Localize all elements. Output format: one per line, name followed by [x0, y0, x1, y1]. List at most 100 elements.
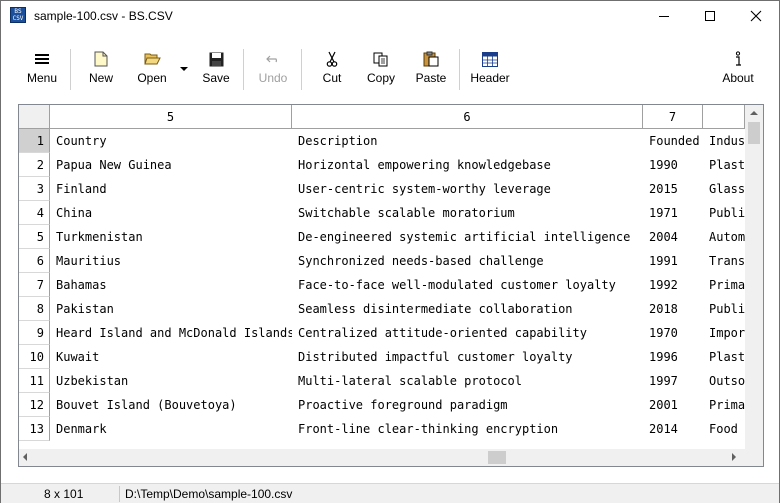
row-header[interactable]: 4 [19, 201, 50, 225]
open-button[interactable]: Open [134, 50, 170, 90]
grid-cell[interactable]: 1992 [643, 273, 703, 297]
grid-cell[interactable]: 1991 [643, 249, 703, 273]
open-dropdown-arrow-icon[interactable] [180, 67, 188, 71]
grid-cell[interactable]: Food [703, 417, 745, 441]
grid-cell[interactable]: Autom [703, 225, 745, 249]
grid-cell[interactable]: Prima [703, 273, 745, 297]
grid-cell[interactable]: Heard Island and McDonald Islands [50, 321, 292, 345]
data-grid[interactable]: 5 6 7 1 Country Description Founded Indus 2 Pa… [18, 104, 764, 467]
grid-cell[interactable]: Description [292, 129, 643, 153]
column-header[interactable]: 7 [643, 105, 703, 129]
grid-cell[interactable]: Plast [703, 153, 745, 177]
grid-cell[interactable]: 2018 [643, 297, 703, 321]
table-row[interactable]: 1 Country Description Founded Indus [19, 129, 745, 153]
table-row[interactable]: 13 Denmark Front-line clear-thinking encry… [19, 417, 745, 441]
grid-cell[interactable]: Pakistan [50, 297, 292, 321]
about-button[interactable]: About [720, 50, 756, 90]
title-bar[interactable]: BS CSV sample-100.csv - BS.CSV [1, 1, 779, 32]
horizontal-scroll-thumb[interactable] [488, 451, 506, 464]
undo-button[interactable]: Undo [257, 50, 289, 90]
header-button[interactable]: Header [470, 50, 510, 90]
grid-cell[interactable]: Synchronized needs-based challenge [292, 249, 643, 273]
row-header[interactable]: 7 [19, 273, 50, 297]
grid-cell[interactable]: 1971 [643, 201, 703, 225]
row-header[interactable]: 1 [19, 129, 50, 153]
grid-cell[interactable]: Uzbekistan [50, 369, 292, 393]
table-row[interactable]: 6 Mauritius Synchronized needs-based chall… [19, 249, 745, 273]
maximize-button[interactable] [687, 1, 733, 31]
row-header[interactable]: 3 [19, 177, 50, 201]
grid-cell[interactable]: Front-line clear-thinking encryption [292, 417, 643, 441]
grid-corner[interactable] [19, 105, 50, 129]
vertical-scrollbar[interactable] [745, 121, 763, 450]
grid-cell[interactable]: 2001 [643, 393, 703, 417]
horizontal-scrollbar[interactable] [19, 449, 763, 466]
grid-cell[interactable]: Glass [703, 177, 745, 201]
table-row[interactable]: 2 Papua New Guinea Horizontal empowering k… [19, 153, 745, 177]
grid-cell[interactable]: Plast [703, 345, 745, 369]
menu-button[interactable]: Menu [25, 50, 59, 90]
row-header[interactable]: 2 [19, 153, 50, 177]
paste-button[interactable]: Paste [415, 50, 447, 90]
grid-cell[interactable]: 1996 [643, 345, 703, 369]
table-row[interactable]: 10 Kuwait Distributed impactful customer l… [19, 345, 745, 369]
grid-cell[interactable]: Outso [703, 369, 745, 393]
grid-cell[interactable]: De-engineered systemic artificial intell… [292, 225, 643, 249]
close-button[interactable] [733, 1, 779, 31]
row-header[interactable]: 12 [19, 393, 50, 417]
table-row[interactable]: 12 Bouvet Island (Bouvetoya) Proactive for… [19, 393, 745, 417]
table-row[interactable]: 7 Bahamas Face-to-face well-modulated cust… [19, 273, 745, 297]
row-header[interactable]: 9 [19, 321, 50, 345]
table-row[interactable]: 4 China Switchable scalable moratorium 1971… [19, 201, 745, 225]
grid-cell[interactable]: Kuwait [50, 345, 292, 369]
grid-cell[interactable]: 2015 [643, 177, 703, 201]
copy-button[interactable]: Copy [366, 50, 396, 90]
grid-cell[interactable]: Distributed impactful customer loyalty [292, 345, 643, 369]
scroll-up-button[interactable] [745, 105, 763, 121]
grid-cell[interactable]: Indus [703, 129, 745, 153]
column-header[interactable]: 5 [50, 105, 292, 129]
grid-cell[interactable]: Bahamas [50, 273, 292, 297]
grid-cell[interactable]: Finland [50, 177, 292, 201]
cut-button[interactable]: Cut [319, 50, 345, 90]
row-header[interactable]: 13 [19, 417, 50, 441]
table-row[interactable]: 5 Turkmenistan De-engineered systemic arti… [19, 225, 745, 249]
grid-cell[interactable]: China [50, 201, 292, 225]
grid-cell[interactable]: Prima [703, 393, 745, 417]
arrow-right-icon[interactable] [732, 453, 736, 461]
grid-cell[interactable]: User-centric system-worthy leverage [292, 177, 643, 201]
save-button[interactable]: Save [201, 50, 231, 90]
arrow-left-icon[interactable] [23, 453, 27, 461]
grid-cell[interactable]: 2014 [643, 417, 703, 441]
table-row[interactable]: 8 Pakistan Seamless disintermediate collab… [19, 297, 745, 321]
minimize-button[interactable] [641, 1, 687, 31]
row-header[interactable]: 8 [19, 297, 50, 321]
grid-cell[interactable]: Turkmenistan [50, 225, 292, 249]
grid-cell[interactable]: Bouvet Island (Bouvetoya) [50, 393, 292, 417]
grid-cell[interactable]: 1990 [643, 153, 703, 177]
grid-cell[interactable]: 1997 [643, 369, 703, 393]
grid-cell[interactable]: Seamless disintermediate collaboration [292, 297, 643, 321]
new-button[interactable]: New [85, 50, 117, 90]
grid-cell[interactable]: Trans [703, 249, 745, 273]
grid-cell[interactable]: Founded [643, 129, 703, 153]
table-row[interactable]: 3 Finland User-centric system-worthy lever… [19, 177, 745, 201]
grid-cell[interactable]: Papua New Guinea [50, 153, 292, 177]
table-row[interactable]: 9 Heard Island and McDonald Islands Centra… [19, 321, 745, 345]
column-header[interactable] [703, 105, 745, 129]
column-header[interactable]: 6 [292, 105, 643, 129]
row-header[interactable]: 6 [19, 249, 50, 273]
grid-cell[interactable]: Country [50, 129, 292, 153]
grid-cell[interactable]: Impor [703, 321, 745, 345]
grid-cell[interactable]: Horizontal empowering knowledgebase [292, 153, 643, 177]
grid-cell[interactable]: 1970 [643, 321, 703, 345]
grid-cell[interactable]: Face-to-face well-modulated customer loy… [292, 273, 643, 297]
grid-cell[interactable]: Publi [703, 297, 745, 321]
grid-cell[interactable]: Publi [703, 201, 745, 225]
grid-cell[interactable]: Proactive foreground paradigm [292, 393, 643, 417]
grid-cell[interactable]: Switchable scalable moratorium [292, 201, 643, 225]
vertical-scroll-thumb[interactable] [748, 122, 760, 144]
grid-cell[interactable]: 2004 [643, 225, 703, 249]
row-header[interactable]: 10 [19, 345, 50, 369]
grid-cell[interactable]: Centralized attitude-oriented capability [292, 321, 643, 345]
